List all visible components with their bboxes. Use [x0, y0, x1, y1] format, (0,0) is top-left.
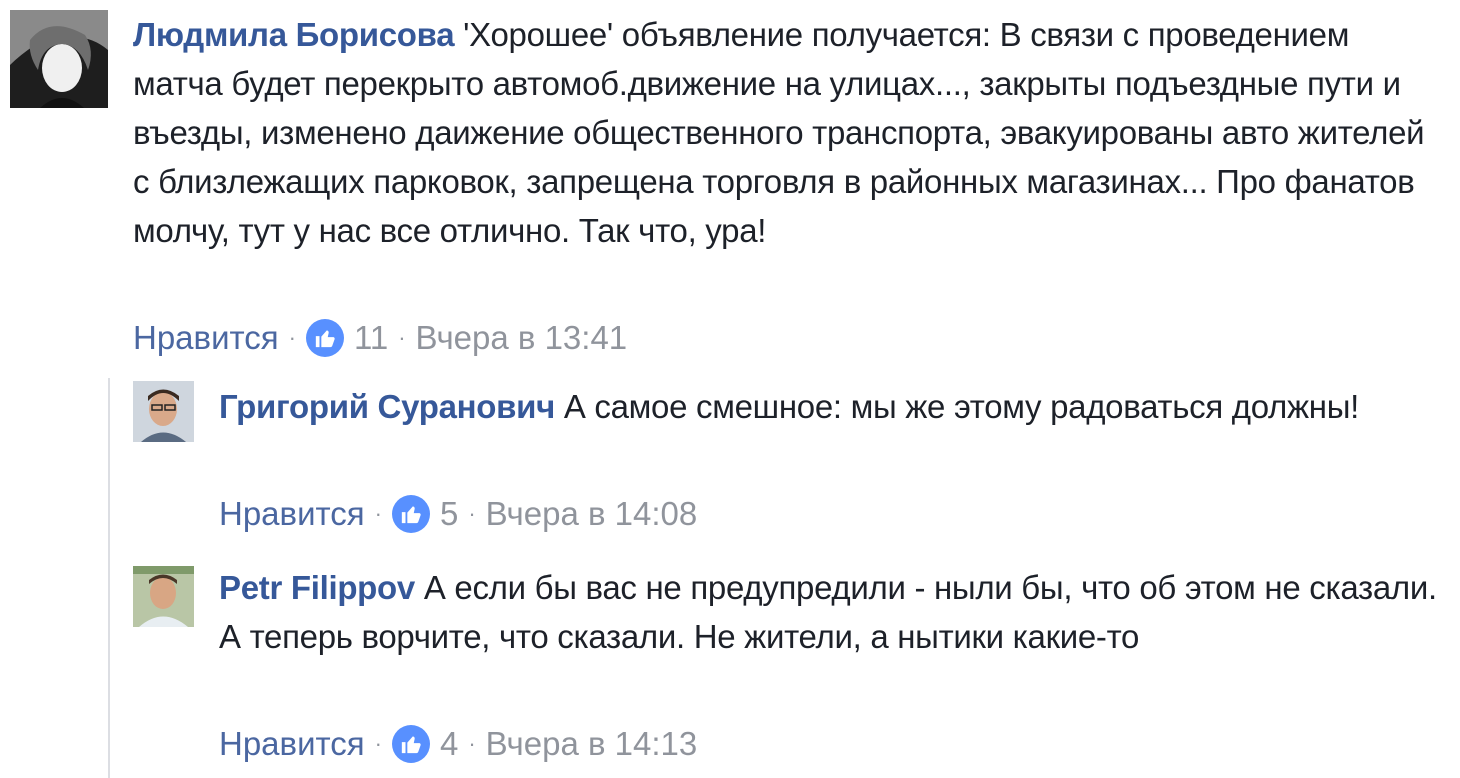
timestamp[interactable]: Вчера в 14:13: [486, 724, 698, 764]
thumbs-up-icon[interactable]: [305, 319, 344, 357]
thumbs-up-icon[interactable]: [391, 495, 430, 533]
comment-actions: Нравится · 4 · Вчера в 14:13: [219, 724, 697, 764]
comment-body: Григорий Суранович А самое смешное: мы ж…: [219, 382, 1439, 431]
avatar[interactable]: [133, 566, 194, 627]
like-button[interactable]: Нравится: [219, 724, 365, 764]
separator-dot: ·: [468, 501, 476, 526]
avatar-photo: [10, 10, 108, 108]
avatar[interactable]: [10, 10, 108, 108]
avatar[interactable]: [133, 381, 194, 442]
like-count[interactable]: 5: [440, 494, 458, 534]
reply-thread-line: [108, 378, 110, 778]
comment-actions: Нравится · 5 · Вчера в 14:08: [219, 494, 697, 534]
comment-author[interactable]: Людмила Борисова: [133, 16, 455, 53]
like-button[interactable]: Нравится: [219, 494, 365, 534]
thumbs-up-icon[interactable]: [391, 725, 430, 763]
avatar-photo: [133, 381, 194, 442]
timestamp[interactable]: Вчера в 14:08: [486, 494, 698, 534]
comment-author[interactable]: Petr Filippov: [219, 569, 415, 606]
comment-author[interactable]: Григорий Суранович: [219, 388, 555, 425]
comment-actions: Нравится · 11 · Вчера в 13:41: [133, 318, 627, 358]
avatar-photo: [133, 566, 194, 627]
separator-dot: ·: [468, 731, 476, 756]
like-count[interactable]: 11: [354, 318, 388, 358]
comment-body: Petr Filippov А если бы вас не предупред…: [219, 563, 1439, 661]
like-count[interactable]: 4: [440, 724, 458, 764]
separator-dot: ·: [288, 325, 296, 350]
like-button[interactable]: Нравится: [133, 318, 279, 358]
timestamp[interactable]: Вчера в 13:41: [416, 318, 628, 358]
separator-dot: ·: [374, 731, 382, 756]
separator-dot: ·: [398, 325, 406, 350]
comment-body: Людмила Борисова 'Хорошее' объявление по…: [133, 10, 1443, 255]
comment-text: А самое смешное: мы же этому радоваться …: [563, 388, 1359, 425]
separator-dot: ·: [374, 501, 382, 526]
